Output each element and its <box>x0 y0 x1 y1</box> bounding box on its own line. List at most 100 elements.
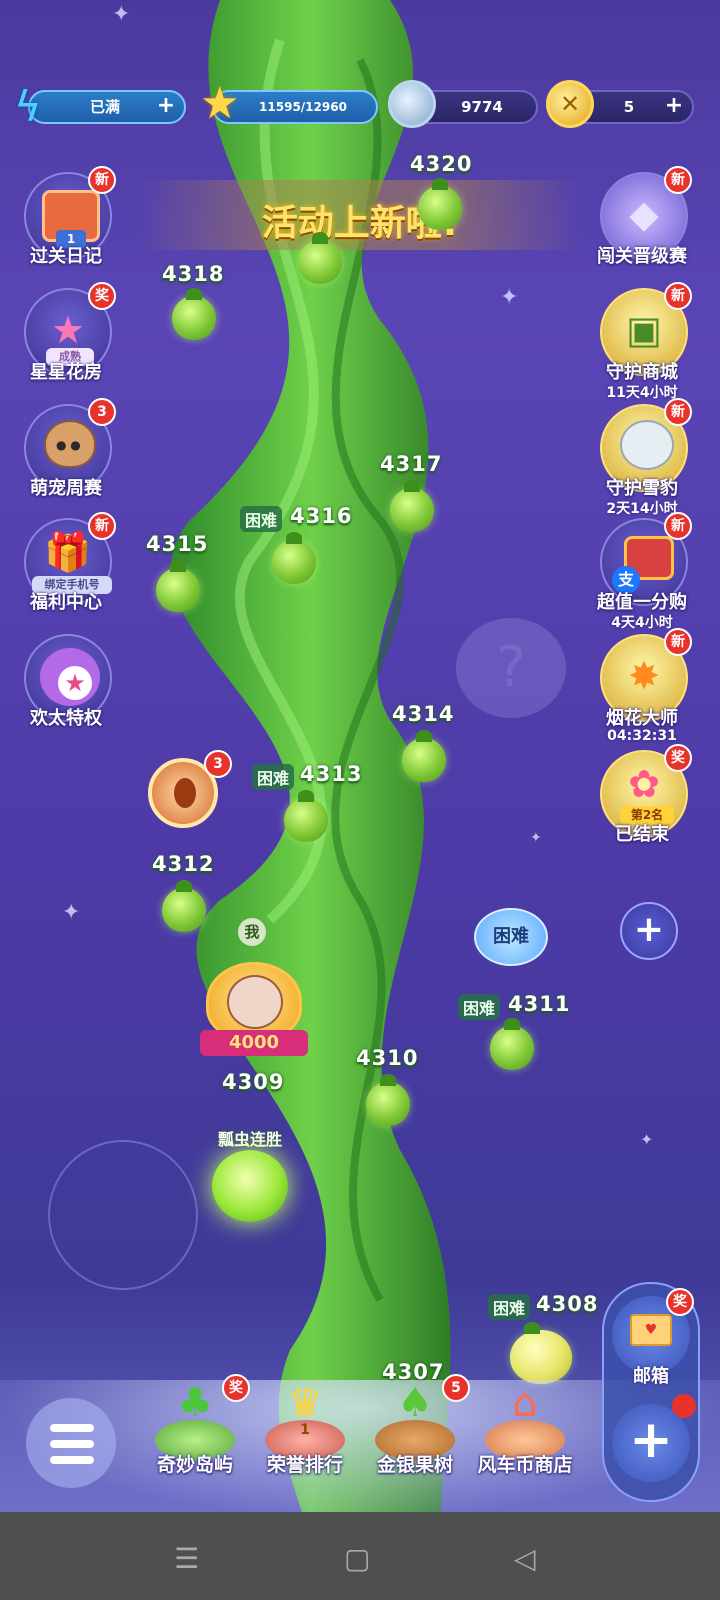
level-node-4318[interactable] <box>172 288 216 340</box>
right-menu-firework[interactable]: ✸ 新 烟花大师 04:32:31 <box>594 628 692 746</box>
left-menu-flower-house[interactable]: ★ 成熟 奖 星星花房 <box>18 282 116 400</box>
count-badge: 3 <box>204 750 232 778</box>
level-node-4312[interactable] <box>162 880 206 932</box>
right-menu-snow-leopard[interactable]: 新 守护雪豹 2天14小时 <box>594 398 692 517</box>
level-label: 4310 <box>356 1046 419 1070</box>
new-badge: 新 <box>88 512 116 540</box>
notification-dot <box>672 1394 696 1418</box>
right-menu-label: 闯关晋级赛 <box>597 246 687 267</box>
level-node-4310[interactable] <box>366 1074 410 1126</box>
left-menu-privilege[interactable]: ★ 欢太特权 <box>18 634 114 746</box>
shop-icon: ⌂ <box>512 1380 538 1426</box>
new-badge: 新 <box>88 166 116 194</box>
level-node-4308[interactable] <box>510 1322 572 1384</box>
level-label: 4318 <box>162 262 225 286</box>
silver-coin-value: 9774 <box>461 98 503 116</box>
crown-icon: ♛ <box>287 1380 323 1426</box>
level-node-4317[interactable] <box>390 480 434 532</box>
right-menu-label: 守护商城 <box>606 362 678 383</box>
hard-flower-marker: 困难 <box>474 908 548 966</box>
add-energy-button[interactable]: + <box>154 95 178 119</box>
sparkle-icon: ✦ <box>530 830 542 846</box>
count-badge: 3 <box>88 398 116 426</box>
count-badge: 5 <box>442 1374 470 1402</box>
hard-tag: 困难 <box>240 506 283 532</box>
left-menu-label: 萌宠周赛 <box>30 478 102 499</box>
gold-coin-icon: ✕ <box>546 80 594 128</box>
right-menu-label: 已结束 <box>615 824 669 845</box>
stars-value: 11595/12960 <box>259 100 347 114</box>
level-label: 4314 <box>392 702 455 726</box>
level-label: 4320 <box>410 152 473 176</box>
new-badge: 新 <box>664 628 692 656</box>
level-node-4319[interactable] <box>298 232 342 284</box>
right-menu-guard-shop[interactable]: ▣ 新 守护商城 11天4小时 <box>594 282 692 401</box>
level-label: 4308 <box>536 1292 599 1316</box>
left-menu-pet-weekly[interactable]: ● ● 3 萌宠周赛 <box>18 398 116 516</box>
mystery-cloud-icon: ? <box>456 618 566 718</box>
level-node-4316[interactable] <box>272 532 316 584</box>
mailbox-label: 邮箱 <box>633 1366 669 1387</box>
add-gold-button[interactable]: + <box>662 95 686 119</box>
sparkle-icon: ✦ <box>640 1130 654 1149</box>
current-level-node[interactable] <box>212 1150 288 1222</box>
level-node-4320[interactable] <box>418 178 462 230</box>
right-menu-promotion-match[interactable]: ◆ 新 闯关晋级赛 <box>594 166 692 284</box>
new-badge: 新 <box>664 166 692 194</box>
level-node-4311[interactable] <box>490 1018 534 1070</box>
home-icon[interactable]: ▢ <box>344 1542 370 1575</box>
level-label: 4313 <box>300 762 363 786</box>
reward-badge: 奖 <box>88 282 116 310</box>
left-menu-label: 过关日记 <box>30 246 102 267</box>
lightning-icon: ϟ <box>14 82 42 131</box>
left-menu-label: 欢太特权 <box>30 708 102 729</box>
left-menu-diary[interactable]: 1 新 过关日记 <box>18 166 116 284</box>
me-marker: 我 <box>238 918 266 946</box>
star-icon: ★ <box>200 78 240 129</box>
level-label: 4309 <box>222 1070 285 1094</box>
menu-button[interactable] <box>26 1398 116 1488</box>
sparkle-icon: ✦ <box>500 285 519 310</box>
player-score: 4000 <box>200 1030 308 1056</box>
right-menu-one-cent-deal[interactable]: 支 新 超值一分购 4天4小时 <box>594 512 692 631</box>
left-menu-welfare[interactable]: 🎁 绑定手机号 新 福利中心 <box>18 512 116 630</box>
right-menu-ended-event[interactable]: ✿ 第2名 奖 已结束 <box>594 744 692 862</box>
level-node-4315[interactable] <box>156 560 200 612</box>
left-menu-label: 星星花房 <box>30 362 102 383</box>
countdown-text: 04:32:31 <box>607 728 677 744</box>
gold-coin-value: 5 <box>623 98 635 116</box>
level-node-4313[interactable] <box>284 790 328 842</box>
nav-honor-ranking[interactable]: ♛ 1 荣誉排行 <box>250 1380 360 1480</box>
back-icon[interactable]: ◁ <box>514 1542 536 1575</box>
level-label: 4316 <box>290 504 353 528</box>
new-badge: 新 <box>664 282 692 310</box>
rank-number: 1 <box>300 1422 310 1438</box>
nav-windmill-shop[interactable]: ⌂ 风车币商店 <box>470 1380 580 1480</box>
silver-coin-icon <box>388 80 436 128</box>
event-banner[interactable]: 活动上新啦! <box>140 180 580 250</box>
sparkle-icon: ✦ <box>112 2 131 27</box>
sparkle-icon: ✦ <box>62 900 81 925</box>
nav-wonder-island[interactable]: ♣ 奖 奇妙岛屿 <box>140 1374 250 1480</box>
mail-envelope-icon: ♥ <box>630 1314 672 1346</box>
right-menu-label: 烟花大师 <box>606 708 678 729</box>
reward-badge: 奖 <box>222 1374 250 1402</box>
hard-tag: 困难 <box>252 764 295 790</box>
level-node-4314[interactable] <box>402 730 446 782</box>
new-badge: 新 <box>664 512 692 540</box>
event-banner-text: 活动上新啦! <box>261 203 459 244</box>
new-badge: 新 <box>664 398 692 426</box>
nav-label: 风车币商店 <box>477 1454 573 1476</box>
hard-tag: 困难 <box>488 1294 531 1320</box>
recent-apps-icon[interactable]: ☰ <box>174 1542 199 1575</box>
level-label: 4317 <box>380 452 443 476</box>
owl-silhouette <box>48 1140 198 1290</box>
level-label: 4315 <box>146 532 209 556</box>
streak-label: 瓢虫连胜 <box>218 1130 283 1149</box>
nav-fruit-tree[interactable]: ♠ 5 金银果树 <box>360 1374 470 1480</box>
right-menu-label: 超值一分购 <box>597 592 687 613</box>
player-avatar[interactable] <box>206 962 302 1040</box>
expand-menu-button[interactable]: + <box>620 902 678 960</box>
reward-badge: 奖 <box>666 1288 694 1316</box>
energy-value: 已满 <box>89 98 120 116</box>
